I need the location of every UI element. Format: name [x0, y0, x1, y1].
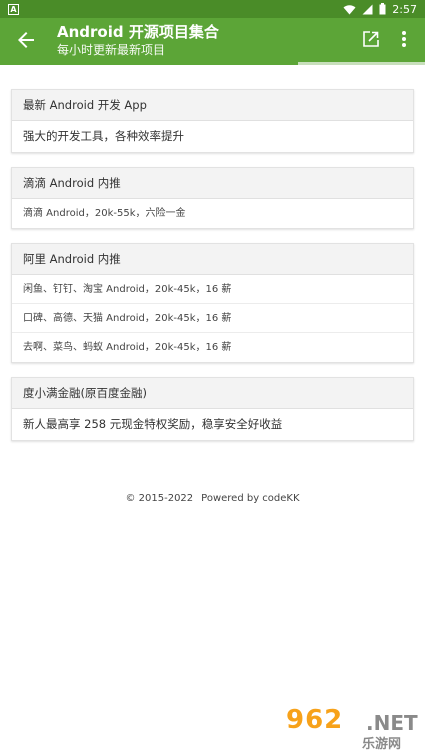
list-item[interactable]: 强大的开发工具，各种效率提升	[12, 121, 413, 152]
share-icon[interactable]	[362, 30, 380, 48]
status-time: 2:57	[392, 2, 417, 16]
watermark-site-name: 乐游网	[362, 737, 402, 752]
wifi-icon	[343, 4, 356, 15]
signal-icon	[362, 4, 373, 15]
powered-by-link[interactable]: Powered by codeKK	[201, 493, 299, 504]
footer: © 2015-2022 Powered by codeKK	[0, 493, 425, 504]
page-load-progress	[0, 62, 425, 65]
card-header: 阿里 Android 内推	[12, 244, 413, 275]
content: 最新 Android 开发 App 强大的开发工具，各种效率提升 滴滴 Andr…	[11, 89, 414, 455]
more-vert-icon[interactable]	[396, 28, 412, 50]
copyright-text: © 2015-2022	[125, 493, 194, 504]
card-header: 滴滴 Android 内推	[12, 168, 413, 199]
card-duxiaoman[interactable]: 度小满金融(原百度金融) 新人最高享 258 元现金特权奖励，稳享安全好收益	[11, 377, 414, 441]
watermark-net: .NET	[366, 711, 418, 735]
app-notification-icon: A	[8, 3, 19, 15]
card-header: 度小满金融(原百度金融)	[12, 378, 413, 409]
page-title: Android 开源项目集合	[57, 23, 219, 41]
list-item[interactable]: 新人最高享 258 元现金特权奖励，稳享安全好收益	[12, 409, 413, 440]
list-item[interactable]: 闲鱼、钉钉、淘宝 Android，20k-45k，16 薪	[12, 275, 413, 304]
watermark-number: 962	[286, 705, 344, 735]
list-item[interactable]: 口碑、高德、天猫 Android，20k-45k，16 薪	[12, 304, 413, 333]
card-ali-referral[interactable]: 阿里 Android 内推 闲鱼、钉钉、淘宝 Android，20k-45k，1…	[11, 243, 414, 363]
list-item[interactable]: 滴滴 Android，20k-55k，六险一金	[12, 199, 413, 228]
card-header: 最新 Android 开发 App	[12, 90, 413, 121]
list-item[interactable]: 去啊、菜鸟、蚂蚁 Android，20k-45k，16 薪	[12, 333, 413, 362]
card-android-dev-app[interactable]: 最新 Android 开发 App 强大的开发工具，各种效率提升	[11, 89, 414, 153]
page-subtitle: 每小时更新最新项目	[57, 43, 166, 57]
card-didi-referral[interactable]: 滴滴 Android 内推 滴滴 Android，20k-55k，六险一金	[11, 167, 414, 229]
app-bar: Android 开源项目集合 每小时更新最新项目	[0, 18, 425, 62]
status-bar: A 2:57	[0, 0, 425, 18]
back-arrow-icon[interactable]	[14, 28, 38, 52]
battery-icon	[379, 3, 386, 15]
progress-fill	[0, 62, 298, 65]
app-bar-titles: Android 开源项目集合 每小时更新最新项目	[57, 22, 219, 58]
watermark-logo: 962 .NET 乐游网	[286, 705, 418, 752]
